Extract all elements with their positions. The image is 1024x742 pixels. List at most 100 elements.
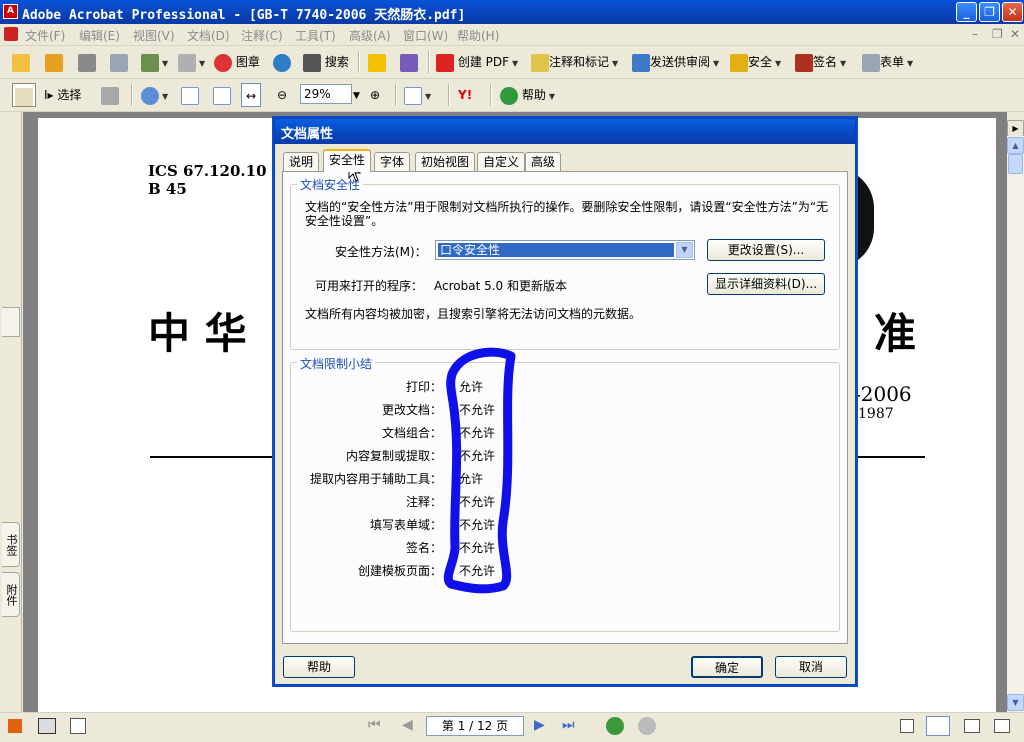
menu-comments[interactable]: 注释(C) [241,27,283,44]
zoom-level-input[interactable]: 29% [300,84,352,104]
menu-help[interactable]: 帮助(H) [457,27,499,44]
attachments-tab[interactable]: 附件 [2,572,20,617]
continuous-icon[interactable] [926,716,950,736]
close-window-button[interactable]: ✕ [1002,2,1023,22]
lock-icon [730,53,748,72]
tab-advanced[interactable]: 高级 [525,152,562,171]
ok-button[interactable]: 确定 [691,656,763,678]
accessibility-icon[interactable] [400,50,418,74]
security-method-select[interactable]: 口令安全性 ▼ [435,240,695,260]
rotate-view-icon[interactable]: ▼ [404,83,431,107]
open-icon[interactable] [12,50,30,74]
attach-icon[interactable]: ▼ [178,50,205,74]
layout-pane-icon[interactable] [70,718,86,734]
menu-tools[interactable]: 工具(T) [295,27,336,44]
panel-toggle-icon[interactable] [2,307,20,337]
category-code: B 45 [148,180,187,198]
select-tool-button[interactable]: I▸ 选择 [44,83,81,107]
panel-arrow-icon[interactable]: ▶ [1007,120,1024,137]
menu-edit[interactable]: 编辑(E) [79,27,120,44]
scroll-down-icon[interactable]: ▼ [1007,694,1024,711]
yahoo-icon[interactable]: Y! [458,83,472,107]
toolbar-main: ▼ ▼ 图章 搜索 创建 PDF ▼ 注释和标记 ▼ 发送供审阅 ▼ 安全 ▼ 签名 ▼ … [0,46,1024,79]
menu-view[interactable]: 视图(V) [133,27,175,44]
form-icon [862,53,880,72]
snapshot-icon[interactable] [101,83,119,107]
globe-icon[interactable] [273,50,291,74]
tab-initial-view[interactable]: 初始视图 [415,152,476,171]
fit-width-icon[interactable]: ↔ [241,83,262,107]
chevron-down-icon[interactable]: ▼ [676,242,693,258]
doc-minimize-icon[interactable]: – [972,27,978,41]
menu-advanced[interactable]: 高级(A) [349,27,391,44]
sign-button[interactable]: 签名 ▼ [795,50,846,74]
vertical-scrollbar[interactable] [1007,136,1024,712]
tab-custom[interactable]: 自定义 [477,152,526,171]
security-description-line2: 安全性设置”。 [305,214,384,228]
page-number-input[interactable]: 第 1 / 12 页 [426,716,524,736]
layout-single-icon[interactable] [38,718,56,734]
restriction-label-comments: 注释： [405,495,442,509]
zoom-in-tool-icon[interactable]: ▼ [141,83,168,107]
print-icon[interactable] [110,50,128,74]
show-details-button[interactable]: 显示详细资料(D)... [707,273,825,295]
go-back-icon[interactable] [606,717,624,735]
zoom-in-icon[interactable]: ⊕ [370,83,380,107]
zoom-out-icon[interactable]: ⊖ [277,83,287,107]
email-icon[interactable]: ▼ [141,50,168,74]
forms-button[interactable]: 表单 ▼ [862,50,913,74]
help-button[interactable]: 帮助 ▼ [500,83,555,107]
change-settings-button[interactable]: 更改设置(S)... [707,239,825,261]
single-page-icon[interactable] [900,719,914,733]
first-page-icon[interactable]: ⏮ [368,717,381,733]
menu-document[interactable]: 文档(D) [187,27,230,44]
restrictions-group-title: 文档限制小结 [297,355,376,372]
fit-page-icon[interactable] [213,83,231,107]
hand-tool-icon[interactable] [12,83,36,107]
doc-heading-right: 准 [874,309,917,358]
help-dialog-button[interactable]: 帮助 [283,656,355,678]
actual-size-icon[interactable] [181,83,199,107]
tab-fonts[interactable]: 字体 [374,152,411,171]
continuous-facing-icon[interactable] [994,719,1010,733]
bookmarks-tab[interactable]: 书签 [2,522,20,567]
go-forward-icon[interactable] [638,717,656,735]
blue-highlight-annotation [443,347,516,594]
zoom-dropdown-icon[interactable]: ▼ [353,84,360,108]
facing-icon[interactable] [964,719,980,733]
last-page-icon[interactable]: ⏭ [562,717,575,733]
doc-heading-left: 中 华 [148,309,247,358]
save-icon[interactable] [78,50,96,74]
doc-close-icon[interactable]: ✕ [1010,27,1020,41]
tab-description[interactable]: 说明 [283,152,320,171]
warning-icon[interactable] [368,50,386,74]
open-with-label: 可用来打开的程序： [315,279,424,293]
minimize-button[interactable]: _ [956,2,977,22]
stamp-button[interactable]: 图章 [214,50,260,74]
next-page-icon[interactable]: ▶ [534,717,545,733]
pen-icon [795,53,813,72]
menu-file[interactable]: 文件(F) [25,27,65,44]
open-with-value: Acrobat 5.0 和更新版本 [434,279,567,293]
scroll-thumb[interactable] [1008,154,1023,174]
restore-button[interactable]: ❐ [979,2,1000,22]
create-pdf-button[interactable]: 创建 PDF ▼ [436,50,518,74]
menu-bar: 文件(F) 编辑(E) 视图(V) 文档(D) 注释(C) 工具(T) 高级(A… [0,24,1024,46]
restriction-label-copy: 内容复制或提取： [345,449,442,463]
prev-page-icon[interactable]: ◀ [402,717,413,733]
text-cursor-icon: I▸ [44,88,54,102]
menu-window[interactable]: 窗口(W) [403,27,448,44]
cancel-button[interactable]: 取消 [775,656,847,678]
security-button[interactable]: 安全 ▼ [730,50,781,74]
doc-restore-icon[interactable]: ❐ [992,27,1003,41]
scroll-up-icon[interactable]: ▲ [1007,137,1024,154]
restriction-label-accessibility: 提取内容用于辅助工具： [309,472,442,486]
organizer-icon[interactable] [45,50,63,74]
restriction-label-template: 创建模板页面： [357,564,442,578]
tab-security[interactable]: 安全性 [323,149,372,172]
search-button[interactable]: 搜索 [303,50,349,74]
acrobat-app-icon: A [3,4,18,19]
comment-markup-button[interactable]: 注释和标记 ▼ [531,50,618,74]
send-review-button[interactable]: 发送供审阅 ▼ [632,50,719,74]
divider-right [853,456,925,458]
